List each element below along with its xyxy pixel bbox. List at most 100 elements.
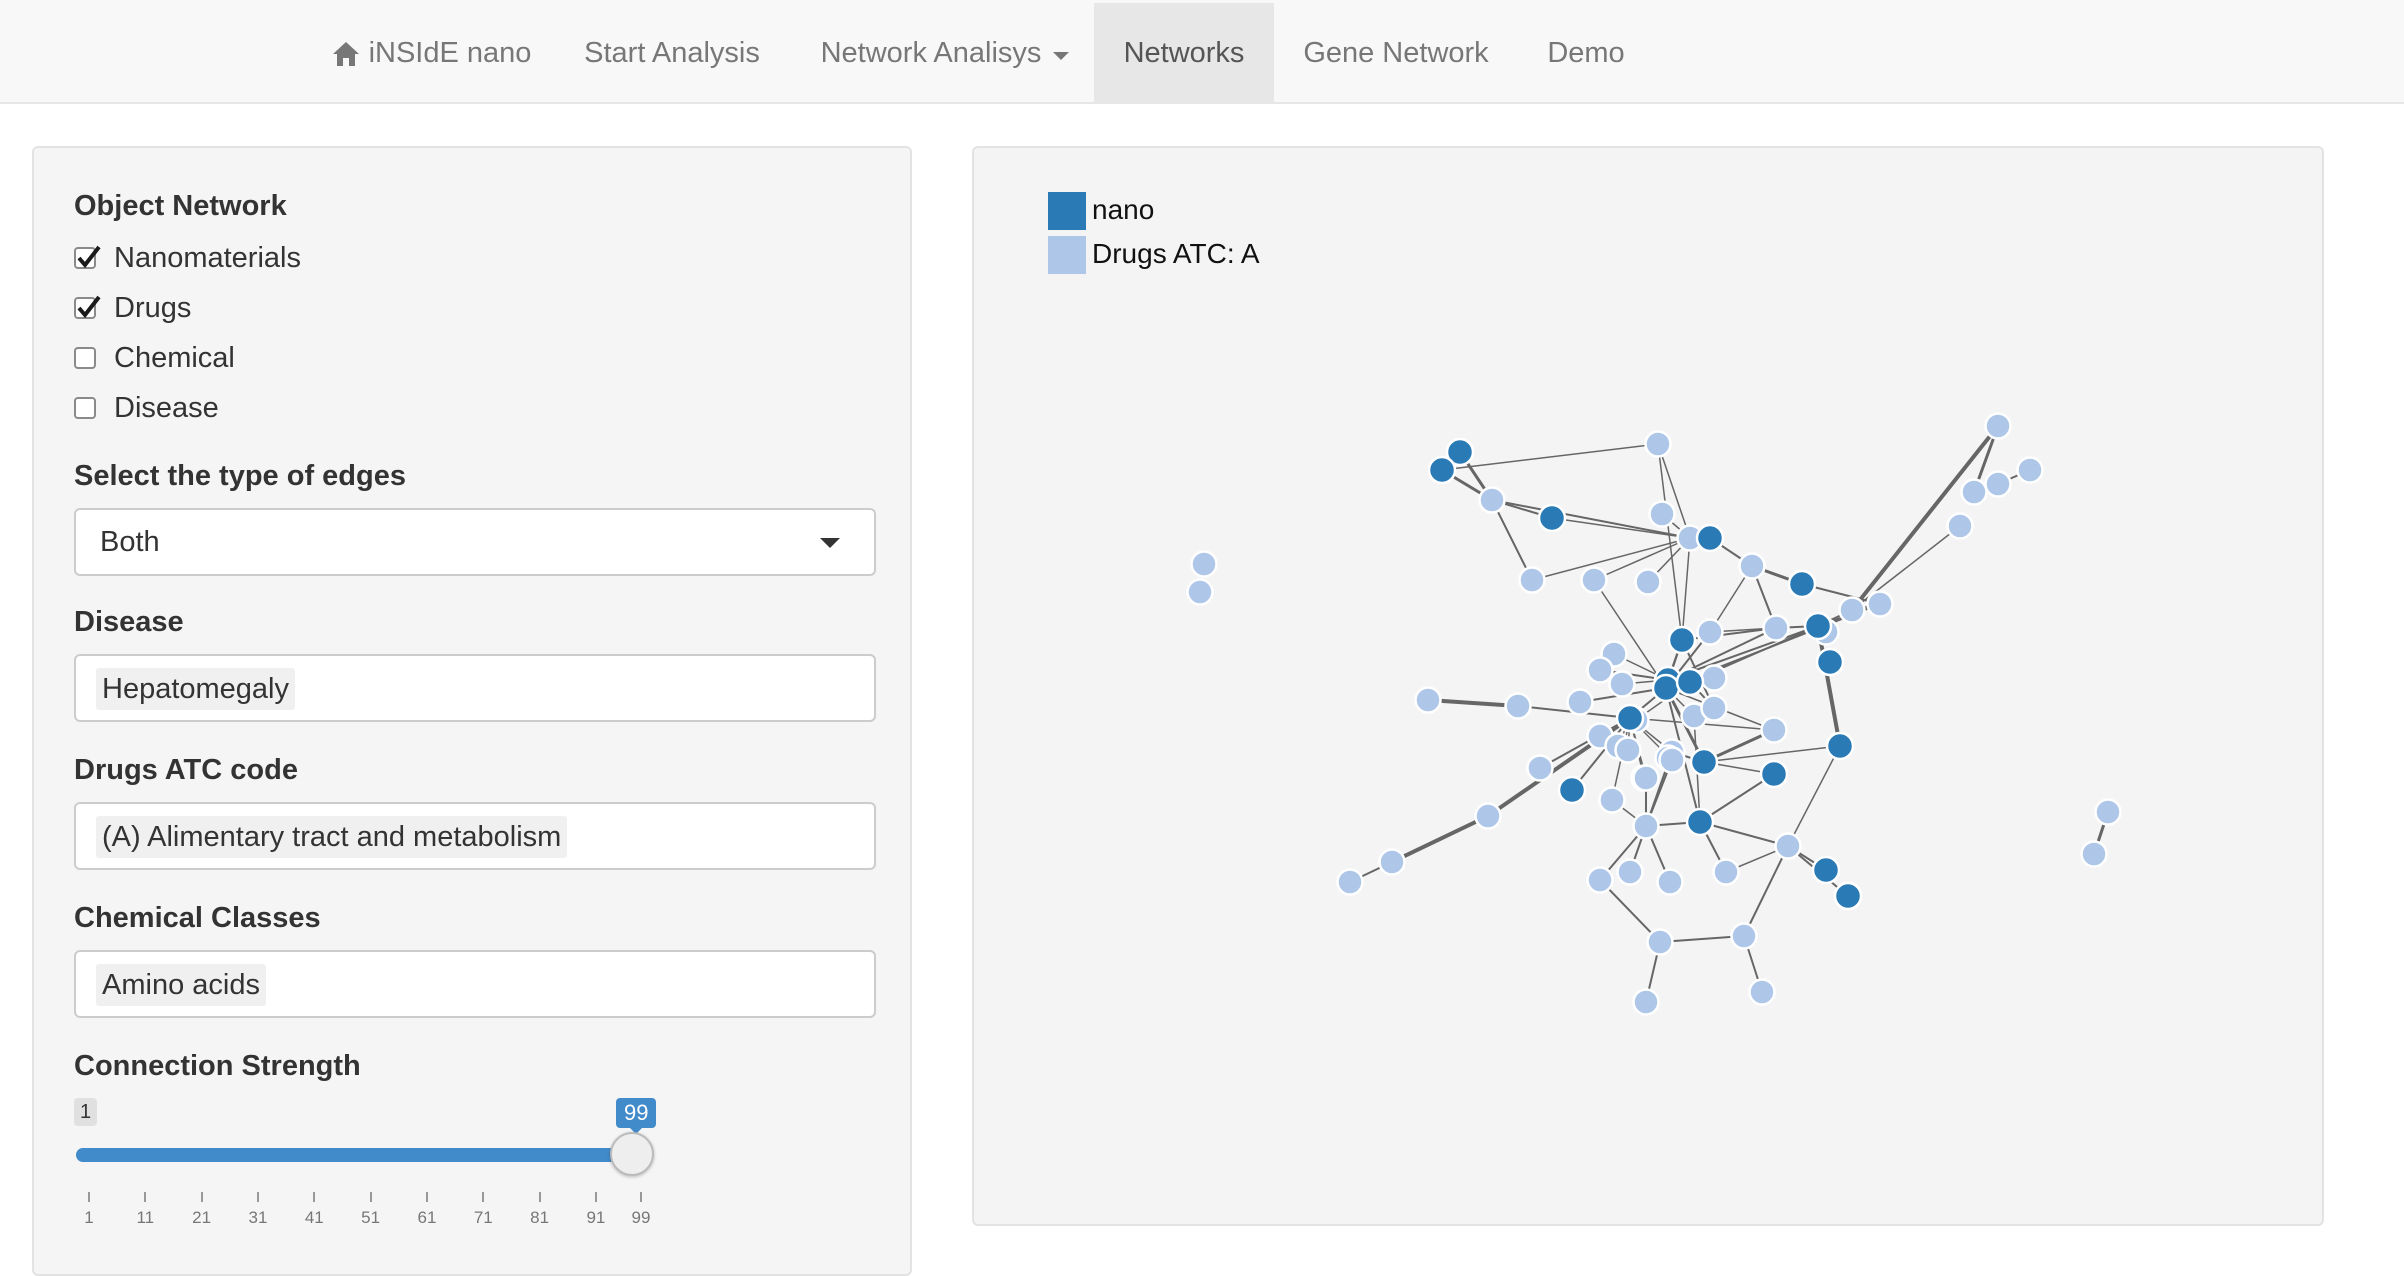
network-node-drug[interactable] xyxy=(1648,500,1676,528)
network-node-nano[interactable] xyxy=(1787,569,1817,599)
network-node-drug[interactable] xyxy=(1984,412,2012,440)
slider-tick xyxy=(144,1192,147,1202)
nav-networks[interactable]: Networks xyxy=(1094,3,1274,104)
edge-type-select[interactable]: Both xyxy=(74,508,876,576)
network-node-nano[interactable] xyxy=(1825,731,1855,761)
drugs-atc-select[interactable]: (A) Alimentary tract and metabolism xyxy=(74,802,876,870)
network-node-nano[interactable] xyxy=(1815,647,1845,677)
network-node-drug[interactable] xyxy=(1696,618,1724,646)
nav-gene-network[interactable]: Gene Network xyxy=(1286,3,1506,104)
network-node-drug[interactable] xyxy=(1712,858,1740,886)
network-node-drug[interactable] xyxy=(1586,866,1614,894)
network-node-nano[interactable] xyxy=(1689,747,1719,777)
network-node-drug[interactable] xyxy=(1748,978,1776,1006)
caret-down-icon xyxy=(1053,51,1070,60)
checkbox-disease[interactable]: Disease xyxy=(74,388,219,428)
network-edge xyxy=(1787,745,1841,847)
network-node-nano[interactable] xyxy=(1667,625,1697,655)
network-node-nano[interactable] xyxy=(1759,759,1789,789)
nav-demo[interactable]: Demo xyxy=(1518,3,1654,104)
network-node-drug[interactable] xyxy=(1632,812,1660,840)
network-node-drug[interactable] xyxy=(1474,802,1502,830)
nav-network-analysis-dropdown[interactable]: Network Analisys xyxy=(798,3,1092,104)
disease-select[interactable]: Hepatomegaly xyxy=(74,654,876,722)
network-node-drug[interactable] xyxy=(1608,670,1636,698)
network-node-drug[interactable] xyxy=(2080,840,2108,868)
network-node-drug[interactable] xyxy=(1518,566,1546,594)
network-node-drug[interactable] xyxy=(1960,478,1988,506)
network-node-nano[interactable] xyxy=(1803,611,1833,641)
checkbox-chemical[interactable]: Chemical xyxy=(74,338,235,378)
home-icon xyxy=(332,41,359,66)
network-node-nano[interactable] xyxy=(1537,503,1567,533)
network-node-drug[interactable] xyxy=(1730,922,1758,950)
slider-max-badge: 99 xyxy=(616,1098,657,1134)
connection-strength-slider-handle[interactable] xyxy=(610,1132,654,1176)
network-graph[interactable] xyxy=(974,148,2322,1224)
network-node-drug[interactable] xyxy=(1504,692,1532,720)
network-node-drug[interactable] xyxy=(1634,568,1662,596)
network-edge xyxy=(1681,537,1691,641)
network-node-drug[interactable] xyxy=(1646,928,1674,956)
network-node-drug[interactable] xyxy=(1760,716,1788,744)
network-node-drug[interactable] xyxy=(1378,848,1406,876)
slider-tick-label: 41 xyxy=(304,1208,324,1227)
network-node-drug[interactable] xyxy=(1598,786,1626,814)
network-node-drug[interactable] xyxy=(1700,664,1728,692)
network-node-drug[interactable] xyxy=(1658,746,1686,774)
network-node-drug[interactable] xyxy=(1616,858,1644,886)
drugs-atc-selected-tag[interactable]: (A) Alimentary tract and metabolism xyxy=(96,816,568,858)
network-node-nano[interactable] xyxy=(1685,807,1715,837)
network-node-nano[interactable] xyxy=(1695,523,1725,553)
checkbox-drugs-box[interactable] xyxy=(74,295,101,319)
network-node-drug[interactable] xyxy=(1632,988,1660,1016)
slider-tick xyxy=(425,1192,428,1202)
network-node-drug[interactable] xyxy=(1414,686,1442,714)
checkbox-disease-box[interactable] xyxy=(74,397,96,419)
checkbox-drugs[interactable]: Drugs xyxy=(74,288,191,328)
drugs-atc-title: Drugs ATC code xyxy=(74,754,298,786)
checkbox-nanomaterials[interactable]: Nanomaterials xyxy=(74,238,301,278)
network-node-drug[interactable] xyxy=(1984,470,2012,498)
network-node-drug[interactable] xyxy=(1738,552,1766,580)
network-node-drug[interactable] xyxy=(1656,868,1684,896)
network-node-drug[interactable] xyxy=(1644,430,1672,458)
network-node-drug[interactable] xyxy=(1478,486,1506,514)
network-node-drug[interactable] xyxy=(1336,868,1364,896)
checkbox-nanomaterials-box[interactable] xyxy=(74,245,101,269)
chemical-classes-select[interactable]: Amino acids xyxy=(74,950,876,1018)
network-node-drug[interactable] xyxy=(2016,456,2044,484)
chemical-classes-selected-tag[interactable]: Amino acids xyxy=(96,964,266,1006)
slider-min-badge: 1 xyxy=(74,1098,98,1126)
network-node-drug[interactable] xyxy=(1586,656,1614,684)
chevron-down-icon xyxy=(820,538,840,548)
network-node-drug[interactable] xyxy=(1762,614,1790,642)
disease-selected-tag[interactable]: Hepatomegaly xyxy=(96,668,295,710)
nav-brand[interactable]: iNSIdE nano xyxy=(316,3,546,104)
network-node-drug[interactable] xyxy=(1566,688,1594,716)
connection-strength-slider-track[interactable] xyxy=(76,1148,640,1162)
network-node-drug[interactable] xyxy=(1700,694,1728,722)
network-node-nano[interactable] xyxy=(1615,703,1645,733)
network-node-nano[interactable] xyxy=(1811,855,1841,885)
network-node-drug[interactable] xyxy=(2094,798,2122,826)
network-node-drug[interactable] xyxy=(1838,596,1866,624)
nav-start-analysis-label: Start Analysis xyxy=(584,37,760,69)
network-node-drug[interactable] xyxy=(1526,754,1554,782)
network-node-nano[interactable] xyxy=(1675,667,1705,697)
network-node-drug[interactable] xyxy=(1186,578,1214,606)
network-node-drug[interactable] xyxy=(1190,550,1218,578)
network-node-nano[interactable] xyxy=(1651,673,1681,703)
network-node-drug[interactable] xyxy=(1632,764,1660,792)
network-node-nano[interactable] xyxy=(1833,881,1863,911)
network-node-drug[interactable] xyxy=(1580,566,1608,594)
network-node-drug[interactable] xyxy=(1866,590,1894,618)
network-node-nano[interactable] xyxy=(1427,455,1457,485)
network-node-nano[interactable] xyxy=(1557,775,1587,805)
checkbox-chemical-box[interactable] xyxy=(74,347,96,369)
slider-tick xyxy=(369,1192,372,1202)
network-node-drug[interactable] xyxy=(1774,832,1802,860)
network-node-drug[interactable] xyxy=(1614,736,1642,764)
network-node-drug[interactable] xyxy=(1946,512,1974,540)
nav-start-analysis[interactable]: Start Analysis xyxy=(566,3,778,104)
